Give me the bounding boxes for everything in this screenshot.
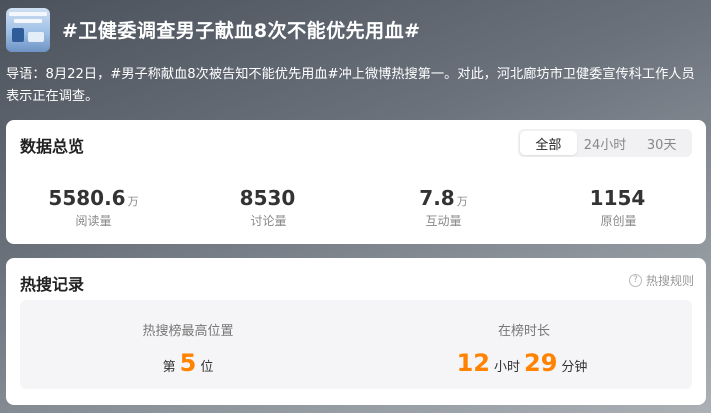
stat-discussions: 8530 讨论量 [181,186,356,229]
data-overview-card: 数据总览 全部 24小时 30天 5580.6 万 阅读量 8530 讨论量 7… [6,120,706,244]
topic-header: #卫健委调查男子献血8次不能优先用血# [6,8,705,54]
rules-link-label: 热搜规则 [645,274,694,288]
stat-value: 8530 [239,186,296,210]
stats-row: 5580.6 万 阅读量 8530 讨论量 7.8 万 互动量 1154 原创量 [6,186,706,229]
stat-unit: 万 [127,195,139,208]
stat-value: 7.8 [419,186,455,210]
topic-thumbnail [6,8,50,52]
hot-search-title: 热搜记录 [20,275,85,294]
tab-24h[interactable]: 24小时 [577,131,634,155]
stat-reads: 5580.6 万 阅读量 [6,186,181,229]
tab-30d[interactable]: 30天 [633,131,690,155]
stat-value: 1154 [589,186,646,210]
stat-label: 阅读量 [75,214,112,228]
time-on-list-label: 在榜时长 [497,324,550,339]
hot-search-rules-link[interactable]: ? 热搜规则 [628,272,694,289]
stat-label: 原创量 [600,214,637,228]
hot-search-card: 热搜记录 ? 热搜规则 热搜榜最高位置 第 5 位 在榜时长 12 小时 29 … [6,258,706,405]
rank-suffix: 位 [200,360,214,375]
tab-all[interactable]: 全部 [520,131,577,155]
stat-value: 5580.6 [48,186,126,210]
highest-position: 热搜榜最高位置 第 5 位 [20,300,356,389]
duration-hours: 12 [456,349,490,377]
question-circle-icon: ? [628,274,642,287]
hot-search-panel: 热搜榜最高位置 第 5 位 在榜时长 12 小时 29 分钟 [20,300,692,389]
time-on-list: 在榜时长 12 小时 29 分钟 [356,300,692,389]
stat-label: 讨论量 [250,214,287,228]
time-range-tabs: 全部 24小时 30天 [518,129,692,157]
topic-title: #卫健委调查男子献血8次不能优先用血# [62,20,421,42]
rank-value: 5 [179,349,197,377]
overview-title: 数据总览 [20,137,85,156]
topic-intro: 导语：8月22日，#男子称献血8次被告知不能优先用血#冲上微博热搜第一。对此，河… [6,67,695,104]
rank-prefix: 第 [162,360,176,375]
stat-label: 互动量 [425,214,462,228]
stat-originals: 1154 原创量 [531,186,706,229]
minutes-unit: 分钟 [561,360,588,375]
duration-minutes: 29 [524,349,558,377]
stat-unit: 万 [456,195,468,208]
highest-position-label: 热搜榜最高位置 [142,324,234,339]
stat-interactions: 7.8 万 互动量 [356,186,531,229]
hours-unit: 小时 [493,360,520,375]
